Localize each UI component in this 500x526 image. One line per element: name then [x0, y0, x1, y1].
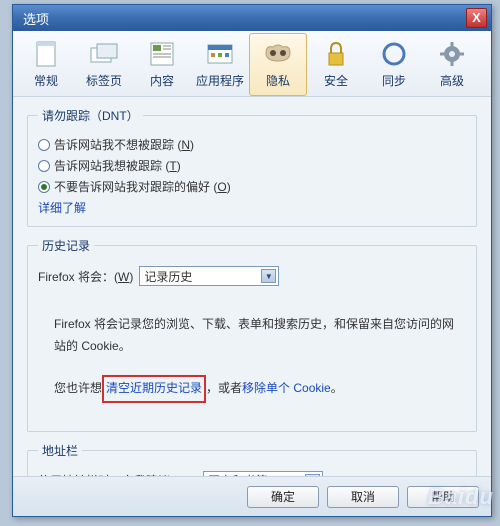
chevron-down-icon: ▼: [261, 269, 276, 283]
tab-label: 标签页: [76, 72, 132, 89]
remove-cookie-link[interactable]: 移除单个 Cookie: [242, 381, 331, 395]
options-dialog: 选项 X 常规 标签页 内容 应用程序: [12, 4, 492, 517]
tab-advanced[interactable]: 高级: [423, 33, 481, 96]
sync-icon: [366, 38, 422, 70]
tabs-icon: [76, 38, 132, 70]
content-area: 请勿跟踪（DNT） 告诉网站我不想被跟踪 (N) 告诉网站我想被跟踪 (T) 不…: [13, 97, 491, 482]
history-group: 历史记录 Firefox 将会：(W) 记录历史 ▼ Firefox 将会记录您…: [27, 237, 477, 432]
history-clear-row: 您也许想清空近期历史记录，或者移除单个 Cookie。: [54, 375, 458, 403]
tab-content[interactable]: 内容: [133, 33, 191, 96]
ok-button[interactable]: 确定: [247, 486, 319, 508]
select-value: 记录历史: [144, 268, 192, 285]
history-legend: 历史记录: [38, 237, 94, 254]
tab-label: 同步: [366, 72, 422, 89]
window-title: 选项: [23, 9, 466, 28]
applications-icon: [192, 38, 248, 70]
tab-label: 高级: [424, 72, 480, 89]
tab-tabs[interactable]: 标签页: [75, 33, 133, 96]
tab-general[interactable]: 常规: [17, 33, 75, 96]
dnt-group: 请勿跟踪（DNT） 告诉网站我不想被跟踪 (N) 告诉网站我想被跟踪 (T) 不…: [27, 107, 477, 227]
tab-applications[interactable]: 应用程序: [191, 33, 249, 96]
history-description: Firefox 将会记录您的浏览、下载、表单和搜索历史，和保留来自您访问的网站的…: [54, 314, 458, 357]
radio-no-track[interactable]: 告诉网站我不想被跟踪 (N): [38, 136, 466, 153]
dialog-footer: 确定 取消 帮助: [13, 476, 491, 516]
category-toolbar: 常规 标签页 内容 应用程序 隐私: [13, 31, 491, 97]
radio-icon: [38, 139, 50, 151]
tab-label: 应用程序: [192, 72, 248, 89]
general-icon: [18, 38, 74, 70]
dnt-legend: 请勿跟踪（DNT）: [38, 107, 143, 124]
privacy-icon: [250, 38, 306, 70]
cancel-button[interactable]: 取消: [327, 486, 399, 508]
gear-icon: [424, 38, 480, 70]
radio-label: 告诉网站我不想被跟踪 (N): [54, 136, 194, 153]
radio-track[interactable]: 告诉网站我想被跟踪 (T): [38, 157, 466, 174]
tab-label: 安全: [308, 72, 364, 89]
close-button[interactable]: X: [466, 8, 487, 28]
radio-no-pref[interactable]: 不要告诉网站我对跟踪的偏好 (O): [38, 178, 466, 195]
history-mode-select[interactable]: 记录历史 ▼: [139, 266, 279, 286]
tab-label: 内容: [134, 72, 190, 89]
titlebar[interactable]: 选项 X: [13, 5, 491, 31]
content-icon: [134, 38, 190, 70]
radio-label: 告诉网站我想被跟踪 (T): [54, 157, 181, 174]
tab-label: 常规: [18, 72, 74, 89]
tab-label: 隐私: [250, 72, 306, 89]
radio-icon: [38, 181, 50, 193]
clear-history-link[interactable]: 清空近期历史记录: [106, 381, 202, 395]
help-button[interactable]: 帮助: [407, 486, 479, 508]
learn-more-link[interactable]: 详细了解: [38, 201, 86, 215]
tab-sync[interactable]: 同步: [365, 33, 423, 96]
tab-privacy[interactable]: 隐私: [249, 33, 307, 96]
radio-label: 不要告诉网站我对跟踪的偏好 (O): [54, 178, 231, 195]
tab-security[interactable]: 安全: [307, 33, 365, 96]
security-icon: [308, 38, 364, 70]
locationbar-legend: 地址栏: [38, 442, 82, 459]
history-mode-label: Firefox 将会：(W): [38, 268, 133, 285]
radio-icon: [38, 160, 50, 172]
